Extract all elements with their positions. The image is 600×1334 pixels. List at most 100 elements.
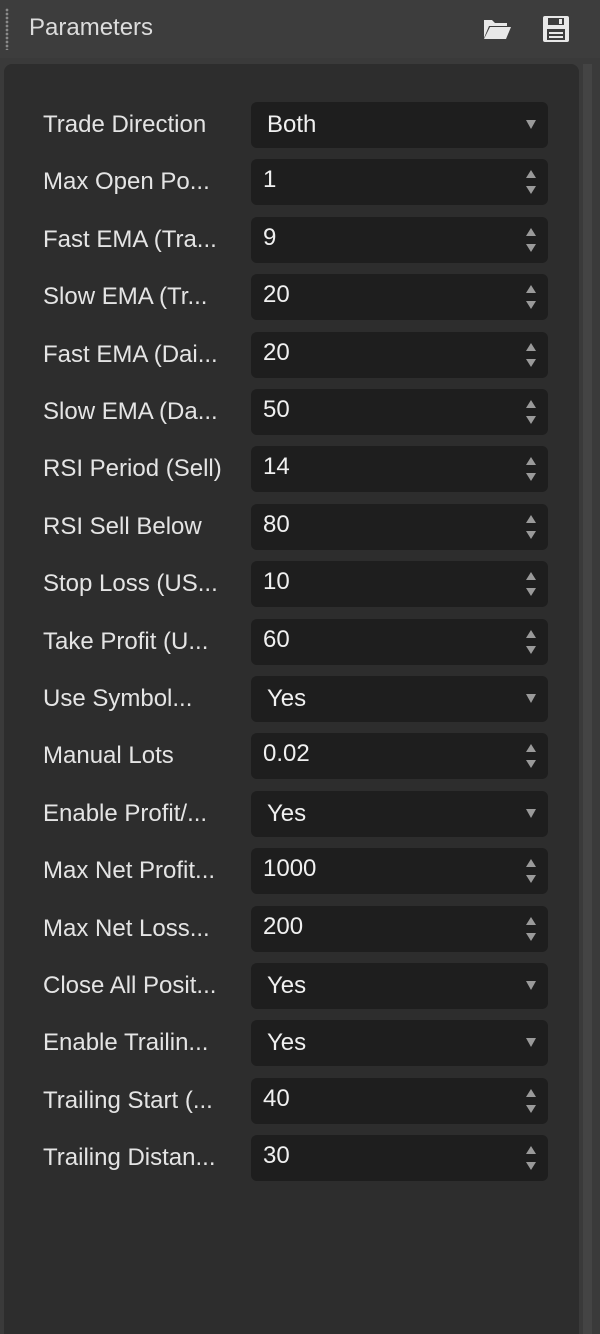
- parameter-number-input[interactable]: 20: [251, 274, 548, 320]
- parameter-label: Use Symbol...: [43, 685, 193, 712]
- decrement-arrow-icon[interactable]: [526, 646, 536, 654]
- parameter-number-input[interactable]: 60: [251, 619, 548, 665]
- parameter-value: 40: [263, 1085, 290, 1112]
- increment-arrow-icon[interactable]: [526, 228, 536, 236]
- open-parameters-button[interactable]: [481, 14, 513, 44]
- parameter-value: 1: [263, 166, 277, 193]
- parameter-number-input[interactable]: 200: [251, 906, 548, 952]
- decrement-arrow-icon[interactable]: [526, 1105, 536, 1113]
- parameter-value: 200: [263, 913, 304, 940]
- parameter-dropdown[interactable]: Yes: [251, 963, 548, 1009]
- parameter-dropdown[interactable]: Yes: [251, 791, 548, 837]
- parameter-label: Manual Lots: [43, 742, 174, 769]
- parameters-window: Parameters Trade Direction Both Max Open P…: [0, 0, 600, 1334]
- parameter-value: 9: [263, 224, 277, 251]
- parameter-label: Trailing Distan...: [43, 1144, 216, 1171]
- increment-arrow-icon[interactable]: [526, 400, 536, 408]
- parameter-value: 14: [263, 453, 290, 480]
- spinner-control: [524, 454, 538, 484]
- parameter-number-input[interactable]: 30: [251, 1135, 548, 1181]
- parameter-value: 30: [263, 1142, 290, 1169]
- parameter-number-input[interactable]: 1: [251, 159, 548, 205]
- decrement-arrow-icon[interactable]: [526, 416, 536, 424]
- parameter-row: Trailing Start (... 40: [43, 1078, 548, 1124]
- parameter-row: Manual Lots 0.02: [43, 733, 548, 779]
- parameter-label: Stop Loss (US...: [43, 570, 218, 597]
- parameter-value: 20: [263, 281, 290, 308]
- decrement-arrow-icon[interactable]: [526, 186, 536, 194]
- parameter-label: Fast EMA (Dai...: [43, 341, 218, 368]
- spinner-control: [524, 282, 538, 312]
- parameter-dropdown[interactable]: Yes: [251, 676, 548, 722]
- parameter-number-input[interactable]: 80: [251, 504, 548, 550]
- parameter-row: Take Profit (U... 60: [43, 619, 548, 665]
- parameter-label: Max Net Profit...: [43, 857, 216, 884]
- decrement-arrow-icon[interactable]: [526, 359, 536, 367]
- increment-arrow-icon[interactable]: [526, 170, 536, 178]
- chevron-down-icon: [526, 120, 536, 129]
- increment-arrow-icon[interactable]: [526, 859, 536, 867]
- decrement-arrow-icon[interactable]: [526, 588, 536, 596]
- decrement-arrow-icon[interactable]: [526, 1162, 536, 1170]
- parameter-row: RSI Sell Below 80: [43, 504, 548, 550]
- folder-open-icon: [484, 20, 511, 39]
- chevron-down-icon: [526, 1038, 536, 1047]
- increment-arrow-icon[interactable]: [526, 744, 536, 752]
- parameter-number-input[interactable]: 14: [251, 446, 548, 492]
- decrement-arrow-icon[interactable]: [526, 244, 536, 252]
- increment-arrow-icon[interactable]: [526, 285, 536, 293]
- decrement-arrow-icon[interactable]: [526, 301, 536, 309]
- parameter-row: Max Net Loss... 200: [43, 906, 548, 952]
- spinner-control: [524, 340, 538, 370]
- chevron-down-icon: [526, 981, 536, 990]
- parameter-number-input[interactable]: 10: [251, 561, 548, 607]
- parameter-label: Max Open Po...: [43, 168, 210, 195]
- decrement-arrow-icon[interactable]: [526, 473, 536, 481]
- parameter-row: Fast EMA (Dai... 20: [43, 332, 548, 378]
- decrement-arrow-icon[interactable]: [526, 531, 536, 539]
- floppy-disk-icon: [543, 16, 569, 42]
- parameter-number-input[interactable]: 1000: [251, 848, 548, 894]
- parameter-label: RSI Period (Sell): [43, 455, 222, 482]
- spinner-control: [524, 1143, 538, 1173]
- increment-arrow-icon[interactable]: [526, 457, 536, 465]
- drag-handle-icon[interactable]: [5, 8, 9, 50]
- parameter-value: 1000: [263, 855, 317, 882]
- increment-arrow-icon[interactable]: [526, 630, 536, 638]
- increment-arrow-icon[interactable]: [526, 1089, 536, 1097]
- parameter-number-input[interactable]: 20: [251, 332, 548, 378]
- spinner-control: [524, 512, 538, 542]
- parameter-value: Yes: [267, 800, 307, 827]
- parameter-dropdown[interactable]: Both: [251, 102, 548, 148]
- parameter-number-input[interactable]: 0.02: [251, 733, 548, 779]
- parameter-value: 50: [263, 396, 290, 423]
- decrement-arrow-icon[interactable]: [526, 933, 536, 941]
- parameter-row: RSI Period (Sell) 14: [43, 446, 548, 492]
- parameter-value: Both: [267, 111, 317, 138]
- parameter-row: Trade Direction Both: [43, 102, 548, 148]
- decrement-arrow-icon[interactable]: [526, 875, 536, 883]
- parameter-row: Slow EMA (Tr... 20: [43, 274, 548, 320]
- parameter-number-input[interactable]: 40: [251, 1078, 548, 1124]
- parameter-number-input[interactable]: 9: [251, 217, 548, 263]
- increment-arrow-icon[interactable]: [526, 515, 536, 523]
- spinner-control: [524, 397, 538, 427]
- parameter-row: Enable Trailin... Yes: [43, 1020, 548, 1066]
- increment-arrow-icon[interactable]: [526, 917, 536, 925]
- parameter-value: 0.02: [263, 740, 310, 767]
- increment-arrow-icon[interactable]: [526, 572, 536, 580]
- chevron-down-icon: [526, 809, 536, 818]
- increment-arrow-icon[interactable]: [526, 1146, 536, 1154]
- increment-arrow-icon[interactable]: [526, 343, 536, 351]
- parameter-value: Yes: [267, 972, 307, 999]
- parameter-number-input[interactable]: 50: [251, 389, 548, 435]
- parameter-row: Close All Posit... Yes: [43, 963, 548, 1009]
- parameter-label: Trailing Start (...: [43, 1087, 213, 1114]
- panel-scrollbar[interactable]: [583, 64, 592, 1334]
- panel-title: Parameters: [29, 14, 154, 41]
- save-parameters-button[interactable]: [540, 14, 572, 44]
- spinner-control: [524, 1086, 538, 1116]
- decrement-arrow-icon[interactable]: [526, 760, 536, 768]
- parameter-dropdown[interactable]: Yes: [251, 1020, 548, 1066]
- parameter-value: Yes: [267, 1029, 307, 1056]
